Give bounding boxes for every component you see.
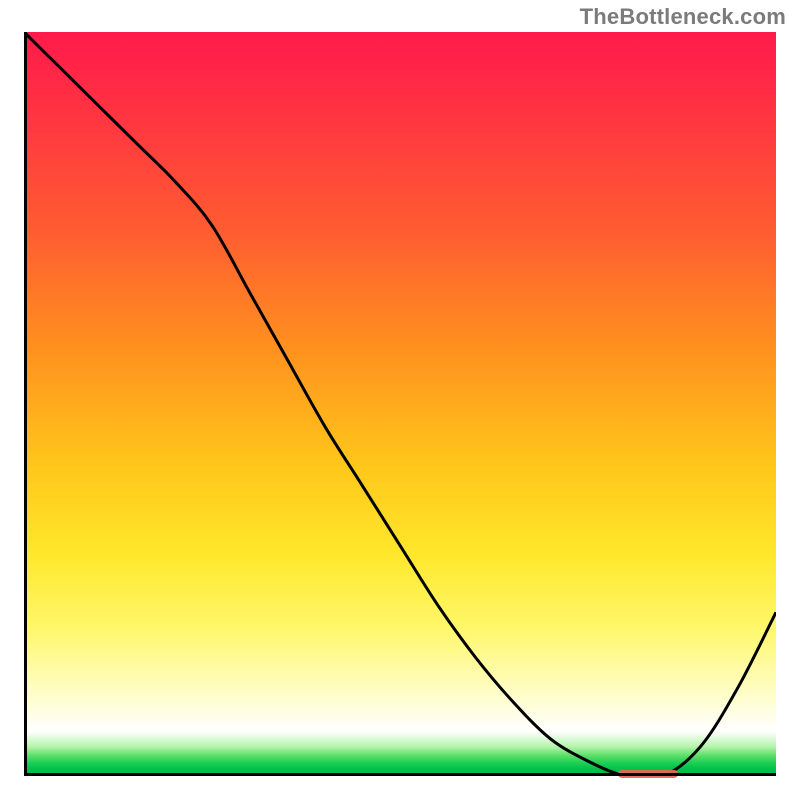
chart-container: TheBottleneck.com (0, 0, 800, 800)
attribution-label: TheBottleneck.com (580, 4, 786, 30)
plot-outer (24, 32, 776, 776)
plot-gradient-area (24, 32, 776, 776)
y-axis (24, 32, 27, 776)
x-axis (24, 773, 776, 776)
